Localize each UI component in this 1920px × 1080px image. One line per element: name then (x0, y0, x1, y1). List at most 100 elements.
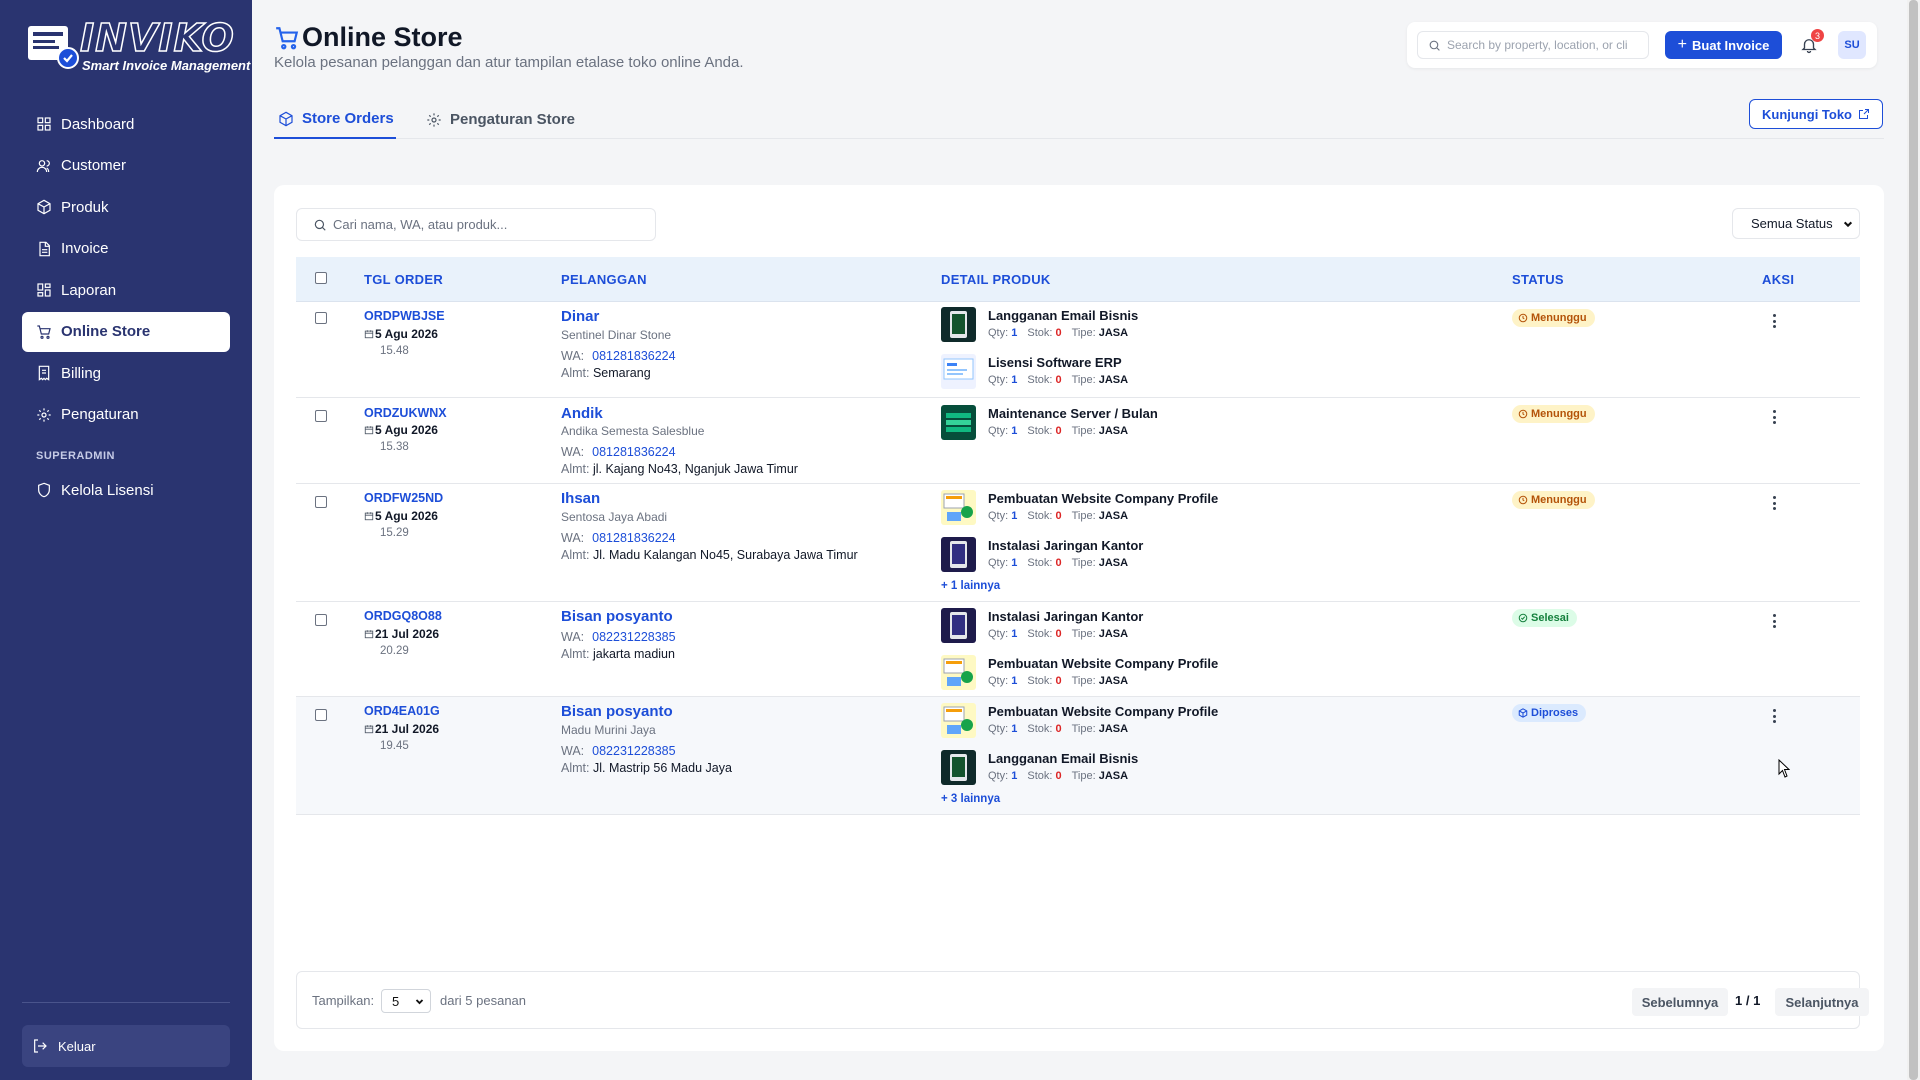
row-checkbox[interactable] (315, 614, 327, 626)
order-id-link[interactable]: ORDGQ8O88 (364, 609, 442, 623)
logout-button[interactable]: Keluar (22, 1025, 230, 1067)
product-thumbnail-network (941, 608, 976, 643)
more-products-link[interactable]: + 1 lainnya (941, 580, 1000, 592)
row-actions-menu-icon[interactable] (1766, 709, 1782, 725)
avatar[interactable]: SU (1838, 31, 1866, 59)
address-value: Semarang (592, 366, 651, 380)
sidebar-item-billing[interactable]: Billing (22, 353, 230, 393)
stock-label: Stok: (1027, 723, 1053, 735)
sidebar-item-kelola-lisensi[interactable]: Kelola Lisensi (22, 470, 230, 510)
column-header-status[interactable]: STATUS (1512, 272, 1564, 287)
select-all-checkbox[interactable] (315, 272, 327, 284)
order-id-link[interactable]: ORD4EA01G (364, 704, 440, 718)
table-row[interactable]: ORD4EA01G 21 Jul 2026 19.45 Bisan posyan… (296, 697, 1860, 815)
table-row[interactable]: ORDGQ8O88 21 Jul 2026 20.29 Bisan posyan… (296, 602, 1860, 697)
customer-name-link[interactable]: Andik (561, 405, 603, 422)
notification-button[interactable]: 3 (1797, 29, 1824, 57)
tab-store-orders[interactable]: Store Orders (274, 100, 396, 139)
stock-label: Stok: (1027, 374, 1053, 386)
brand-name: INVIKO (79, 16, 235, 60)
product-qty: 1 (1011, 327, 1018, 339)
row-actions-menu-icon[interactable] (1766, 496, 1782, 512)
box-icon (1518, 708, 1528, 718)
customer-wa-link[interactable]: 081281836224 (592, 531, 675, 545)
product-item: Pembuatan Website Company Profile Qty: 1… (941, 490, 1361, 530)
sidebar-item-laporan[interactable]: Laporan (22, 270, 230, 310)
create-invoice-button[interactable]: + Buat Invoice (1665, 31, 1782, 59)
table-header: TGL ORDER PELANGGAN DETAIL PRODUK STATUS… (296, 257, 1860, 302)
row-actions-menu-icon[interactable] (1766, 614, 1782, 630)
sidebar-item-customer[interactable]: Customer (22, 146, 230, 186)
product-stock: 0 (1055, 425, 1062, 437)
qty-label: Qty: (988, 510, 1009, 522)
sidebar-item-dashboard[interactable]: Dashboard (22, 104, 230, 144)
customer-wa-link[interactable]: 082231228385 (592, 630, 675, 644)
scrollbar-thumb[interactable] (1909, 0, 1918, 1080)
product-name: Langganan Email Bisnis (988, 751, 1139, 766)
more-products-link[interactable]: + 3 lainnya (941, 793, 1000, 805)
qty-label: Qty: (988, 327, 1009, 339)
sidebar-item-label: Kelola Lisensi (61, 481, 154, 499)
order-id-link[interactable]: ORDPWBJSE (364, 309, 445, 323)
column-header-tgl-order[interactable]: TGL ORDER (364, 272, 443, 287)
type-label: Tipe: (1071, 675, 1096, 687)
column-header-detail-produk[interactable]: DETAIL PRODUK (941, 272, 1051, 287)
next-page-button[interactable]: Selanjutnya (1775, 988, 1869, 1016)
tab-label: Store Orders (302, 110, 394, 127)
row-actions-menu-icon[interactable] (1766, 410, 1782, 426)
customer-name-link[interactable]: Bisan posyanto (561, 703, 673, 720)
sidebar-item-invoice[interactable]: Invoice (22, 229, 230, 269)
table-row[interactable]: ORDFW25ND 5 Agu 2026 15.29 Ihsan Sentosa… (296, 484, 1860, 602)
page-scrollbar[interactable] (1907, 0, 1920, 1080)
customer-wa-link[interactable]: 082231228385 (592, 744, 675, 758)
table-row[interactable]: ORDPWBJSE 5 Agu 2026 15.48 Dinar Sentine… (296, 302, 1860, 398)
customer-name-link[interactable]: Ihsan (561, 490, 600, 507)
customer-name-link[interactable]: Bisan posyanto (561, 608, 673, 625)
product-type: JASA (1098, 770, 1129, 782)
row-checkbox[interactable] (315, 709, 327, 721)
product-stock: 0 (1055, 374, 1062, 386)
sidebar-item-label: Online Store (61, 323, 151, 340)
product-qty: 1 (1011, 628, 1018, 640)
table-row[interactable]: ORDZUKWNX 5 Agu 2026 15.38 Andik Andika … (296, 398, 1860, 484)
visit-store-button[interactable]: Kunjungi Toko (1749, 99, 1883, 129)
calendar-icon (364, 512, 374, 521)
orders-search-placeholder: Cari nama, WA, atau produk... (333, 217, 508, 232)
stock-label: Stok: (1027, 425, 1053, 437)
sidebar-item-pengaturan[interactable]: Pengaturan (22, 395, 230, 435)
product-name: Instalasi Jaringan Kantor (988, 538, 1144, 553)
brand-logo[interactable]: INVIKO Smart Invoice Management (24, 16, 250, 74)
gear-icon (37, 407, 51, 422)
mouse-cursor-icon (1778, 759, 1790, 778)
order-id-link[interactable]: ORDZUKWNX (364, 406, 447, 420)
sidebar-item-online-store[interactable]: Online Store (22, 311, 230, 352)
page-size-label: Tampilkan: (312, 993, 375, 1008)
wa-label: WA: (561, 531, 585, 545)
product-type: JASA (1098, 675, 1129, 687)
sidebar-item-produk[interactable]: Produk (22, 187, 230, 227)
status-filter-select[interactable]: Semua Status (1732, 208, 1860, 239)
customer-name-link[interactable]: Dinar (561, 308, 599, 325)
row-checkbox[interactable] (315, 496, 327, 508)
product-item: Langganan Email Bisnis Qty: 1 Stok: 0 Tipe… (941, 307, 1361, 347)
previous-page-button[interactable]: Sebelumnya (1632, 988, 1728, 1016)
row-checkbox[interactable] (315, 312, 327, 324)
status-filter-value: Semua Status (1751, 216, 1833, 231)
customer-wa: WA: 081281836224 (561, 531, 676, 545)
tab-pengaturan-store[interactable]: Pengaturan Store (426, 100, 575, 139)
logo-mark-icon (28, 26, 79, 69)
global-search-input[interactable]: Search by property, location, or cli (1417, 31, 1649, 59)
order-time: 20.29 (380, 645, 409, 657)
row-actions-menu-icon[interactable] (1766, 314, 1782, 330)
order-date-text: 5 Agu 2026 (375, 509, 438, 523)
column-header-aksi: AKSI (1762, 272, 1795, 287)
row-checkbox[interactable] (315, 410, 327, 422)
order-id-link[interactable]: ORDFW25ND (364, 491, 443, 505)
wa-label: WA: (561, 744, 585, 758)
orders-search-input[interactable]: Cari nama, WA, atau produk... (296, 208, 656, 241)
customer-wa-link[interactable]: 081281836224 (592, 445, 675, 459)
customer-wa-link[interactable]: 081281836224 (592, 349, 675, 363)
page-size-select[interactable]: 5 (381, 989, 431, 1013)
column-header-pelanggan[interactable]: PELANGGAN (561, 272, 647, 287)
customer-wa: WA: 081281836224 (561, 349, 676, 363)
